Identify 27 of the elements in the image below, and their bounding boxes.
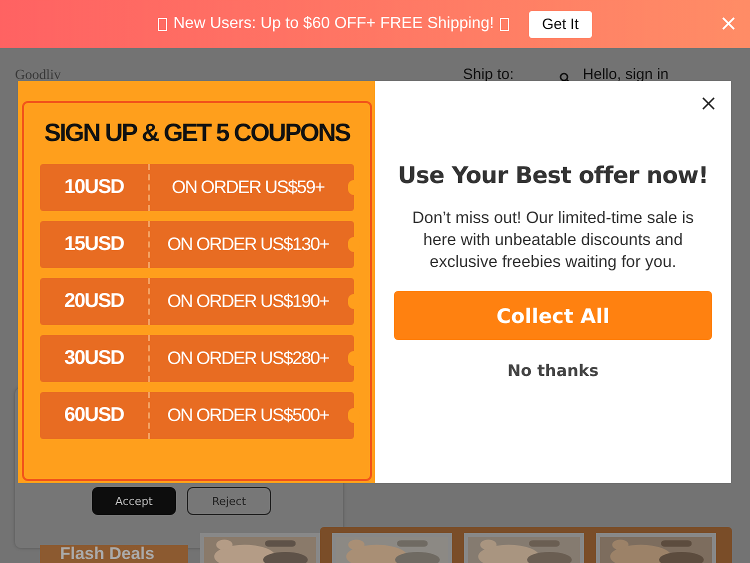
coupon-condition: ON ORDER US$280+ [166,348,330,369]
coupon-condition: ON ORDER US$59+ [170,177,326,198]
coupon-amount: 20USD [40,278,150,325]
coupon-amount: 15USD [40,221,150,268]
missing-glyph-icon [158,18,168,30]
coupon-amount: 10USD [40,164,150,211]
coupon-condition: ON ORDER US$130+ [166,234,330,255]
coupon-amount: 60USD [40,392,150,439]
logo[interactable]: Goodliv [15,68,61,84]
flash-deals-title: Flash Deals [40,545,188,563]
missing-glyph-icon [500,18,509,30]
coupon-condition: ON ORDER US$190+ [166,291,330,312]
dialog-heading: Use Your Best offer now! [398,163,708,189]
get-it-button[interactable]: Get It [528,10,592,38]
dialog-description: Don’t miss out! Our limited-time sale is here with unbeatable discounts and exclusive freebies waiting for you. [411,208,695,273]
banner-text: New Users: Up to $60 OFF+ FREE Shipping! [173,15,494,33]
search-icon[interactable] [558,72,571,84]
coupon-condition: ON ORDER US$500+ [166,405,330,426]
collect-all-button[interactable]: Collect All [394,291,712,340]
close-icon[interactable] [702,97,715,110]
reject-button[interactable]: Reject [187,487,271,515]
sign-in-link[interactable]: Hello, sign in [582,66,669,83]
accept-button[interactable]: Accept [92,487,176,515]
coupon-amount: 30USD [40,335,150,382]
ship-to-label[interactable]: Ship to: [462,66,514,83]
no-thanks-button[interactable]: No thanks [501,360,605,381]
promo-title: SIGN UP & GET 5 COUPONS [43,119,352,148]
